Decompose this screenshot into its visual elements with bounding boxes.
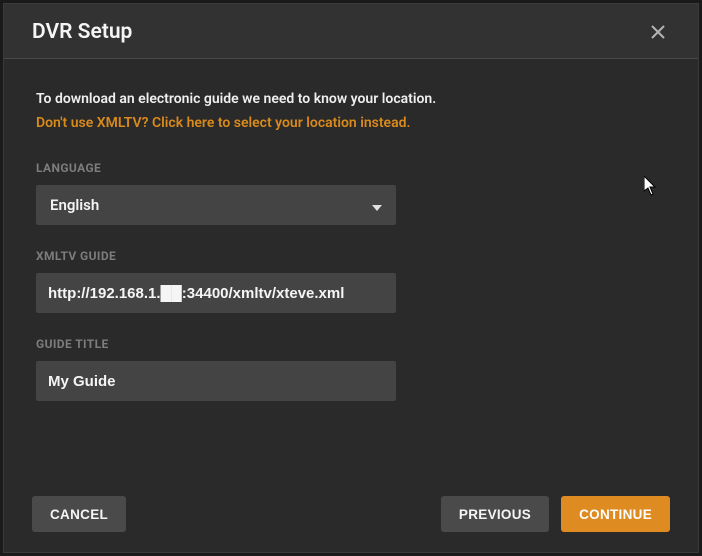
intro-text: To download an electronic guide we need … bbox=[36, 91, 666, 107]
cancel-button[interactable]: CANCEL bbox=[32, 496, 126, 532]
chevron-down-icon bbox=[372, 196, 382, 215]
language-select[interactable]: English bbox=[36, 185, 396, 225]
language-field-group: LANGUAGE English bbox=[36, 161, 666, 225]
continue-button[interactable]: CONTINUE bbox=[561, 496, 670, 532]
xmltv-guide-field-group: XMLTV GUIDE bbox=[36, 249, 666, 313]
xmltv-guide-label: XMLTV GUIDE bbox=[36, 249, 666, 263]
previous-button[interactable]: PREVIOUS bbox=[441, 496, 549, 532]
modal-title: DVR Setup bbox=[32, 20, 132, 44]
close-icon bbox=[650, 24, 666, 40]
xmltv-guide-input[interactable] bbox=[36, 273, 396, 313]
close-button[interactable] bbox=[646, 20, 670, 44]
modal-body: To download an electronic guide we need … bbox=[4, 59, 698, 480]
modal-header: DVR Setup bbox=[4, 4, 698, 59]
dvr-setup-modal: DVR Setup To download an electronic guid… bbox=[3, 3, 699, 553]
modal-footer: CANCEL PREVIOUS CONTINUE bbox=[4, 480, 698, 552]
guide-title-input[interactable] bbox=[36, 361, 396, 401]
language-select-value: English bbox=[50, 196, 372, 214]
guide-title-field-group: GUIDE TITLE bbox=[36, 337, 666, 401]
language-label: LANGUAGE bbox=[36, 161, 666, 175]
alt-location-link[interactable]: Don't use XMLTV? Click here to select yo… bbox=[36, 115, 410, 131]
guide-title-label: GUIDE TITLE bbox=[36, 337, 666, 351]
